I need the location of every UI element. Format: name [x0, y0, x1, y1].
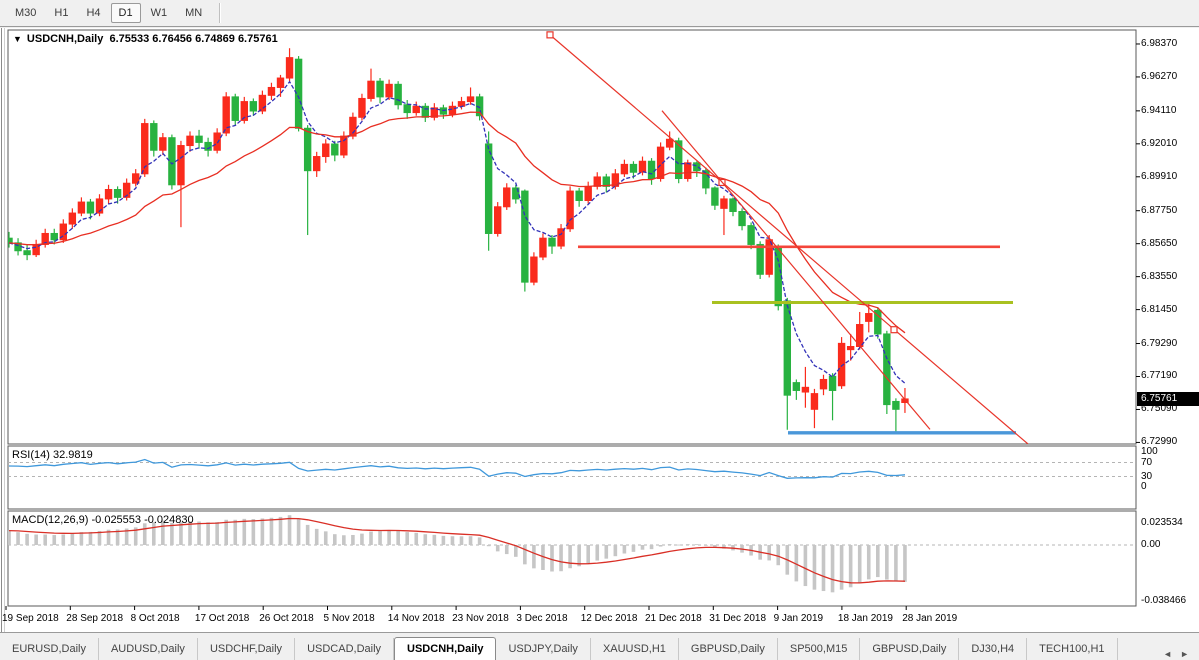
price-axis-label: 6.98370: [1141, 38, 1177, 50]
tab-scroll-left-icon[interactable]: ◄: [1159, 647, 1176, 660]
tab-gbpusd-daily[interactable]: GBPUSD,Daily: [679, 638, 778, 660]
chart-title: ▼ USDCNH,Daily 6.75533 6.76456 6.74869 6.…: [13, 33, 278, 45]
tab-usdjpy-daily[interactable]: USDJPY,Daily: [496, 638, 591, 660]
timeframe-button-h4[interactable]: H4: [78, 3, 108, 23]
chart-symbol-period: USDCNH,Daily: [27, 33, 103, 45]
date-axis-label: 23 Nov 2018: [452, 613, 509, 624]
date-axis-label: 5 Nov 2018: [324, 613, 375, 624]
tab-eurusd-daily[interactable]: EURUSD,Daily: [0, 638, 99, 660]
ohlc-high: 6.76456: [152, 33, 192, 45]
timeframe-button-mn[interactable]: MN: [177, 3, 210, 23]
date-axis-label: 28 Sep 2018: [66, 613, 123, 624]
ohlc-open: 6.75533: [109, 33, 149, 45]
macd-indicator-label: MACD(12,26,9) -0.025553 -0.024830: [12, 514, 194, 526]
tab-usdcnh-daily[interactable]: USDCNH,Daily: [394, 637, 496, 660]
price-axis-label: 6.77190: [1141, 370, 1177, 382]
chart-canvas[interactable]: [0, 28, 1199, 632]
rsi-value: 32.9819: [53, 449, 93, 461]
tab-gbpusd-daily[interactable]: GBPUSD,Daily: [860, 638, 959, 660]
tab-usdcad-daily[interactable]: USDCAD,Daily: [295, 638, 394, 660]
price-axis-label: 6.96270: [1141, 71, 1177, 83]
macd-axis-label: -0.038466: [1141, 595, 1186, 607]
trendline-handle[interactable]: [547, 32, 553, 38]
macd-values: -0.025553 -0.024830: [91, 514, 193, 526]
tab-xauusd-h1[interactable]: XAUUSD,H1: [591, 638, 679, 660]
tab-scroll-right-icon[interactable]: ►: [1176, 647, 1193, 660]
date-axis-label: 14 Nov 2018: [388, 613, 445, 624]
timeframe-button-d1[interactable]: D1: [111, 3, 141, 23]
date-axis-label: 19 Sep 2018: [2, 613, 59, 624]
date-axis-label: 9 Jan 2019: [774, 613, 824, 624]
date-axis-label: 17 Oct 2018: [195, 613, 249, 624]
date-axis-label: 12 Dec 2018: [581, 613, 638, 624]
price-axis-label: 6.85650: [1141, 238, 1177, 250]
price-axis-label: 6.92010: [1141, 138, 1177, 150]
tab-audusd-daily[interactable]: AUDUSD,Daily: [99, 638, 198, 660]
date-axis-label: 31 Dec 2018: [709, 613, 766, 624]
chart-area[interactable]: ▼ USDCNH,Daily 6.75533 6.76456 6.74869 6.…: [0, 28, 1199, 632]
price-axis-label: 6.79290: [1141, 338, 1177, 350]
tab-dj30-h4[interactable]: DJ30,H4: [959, 638, 1027, 660]
tab-usdchf-daily[interactable]: USDCHF,Daily: [198, 638, 295, 660]
chart-tab-bar: EURUSD,DailyAUDUSD,DailyUSDCHF,DailyUSDC…: [0, 632, 1199, 660]
rsi-axis-label: 70: [1141, 457, 1152, 469]
price-axis-label: 6.87750: [1141, 205, 1177, 217]
timeframe-button-h1[interactable]: H1: [46, 3, 76, 23]
date-axis-label: 8 Oct 2018: [131, 613, 180, 624]
rsi-axis-label: 0: [1141, 481, 1147, 493]
rsi-indicator-label: RSI(14) 32.9819: [12, 449, 93, 461]
tab-tech100-h1[interactable]: TECH100,H1: [1027, 638, 1117, 660]
date-axis-label: 18 Jan 2019: [838, 613, 893, 624]
ohlc-low: 6.74869: [195, 33, 235, 45]
tab-sp500-m15[interactable]: SP500,M15: [778, 638, 860, 660]
timeframe-button-m30[interactable]: M30: [7, 3, 44, 23]
macd-axis-label: 0.023534: [1141, 517, 1183, 529]
macd-axis-label: 0.00: [1141, 539, 1160, 551]
price-axis-label: 6.83550: [1141, 271, 1177, 283]
chart-dropdown-icon[interactable]: ▼: [13, 34, 22, 44]
date-axis-label: 3 Dec 2018: [516, 613, 567, 624]
mt4-window: M30H1H4D1W1MN ▼ USDCNH,Daily 6.75533 6.76…: [0, 0, 1199, 660]
tab-scroll-buttons: ◄►: [1153, 647, 1199, 660]
price-axis-label: 6.89910: [1141, 171, 1177, 183]
trendline-handle[interactable]: [891, 327, 897, 333]
date-axis-label: 26 Oct 2018: [259, 613, 313, 624]
toolbar-separator: [219, 3, 221, 23]
price-axis-label: 6.94110: [1141, 105, 1176, 117]
current-price-badge: 6.75761: [1137, 392, 1199, 406]
date-axis-label: 21 Dec 2018: [645, 613, 702, 624]
date-axis-label: 28 Jan 2019: [902, 613, 957, 624]
price-axis-label: 6.81450: [1141, 304, 1177, 316]
timeframe-toolbar: M30H1H4D1W1MN: [0, 0, 1199, 27]
ohlc-close: 6.75761: [238, 33, 278, 45]
timeframe-button-w1[interactable]: W1: [143, 3, 176, 23]
